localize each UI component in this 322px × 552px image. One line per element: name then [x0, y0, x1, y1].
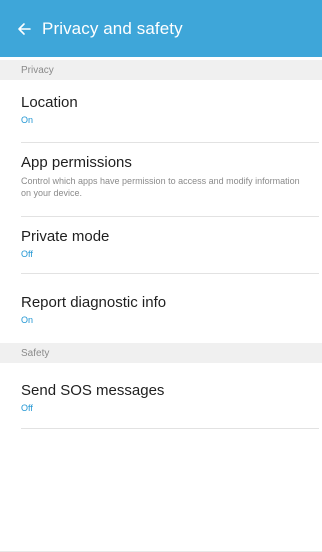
- setting-status: On: [21, 315, 34, 325]
- privacy-and-safety-screen: Privacy and safety Privacy Location On A…: [0, 0, 322, 552]
- setting-app-permissions[interactable]: App permissions Control which apps have …: [21, 154, 319, 217]
- back-button[interactable]: [6, 0, 42, 57]
- setting-report-diagnostic-info[interactable]: Report diagnostic info On: [21, 294, 319, 339]
- setting-description: Control which apps have permission to ac…: [21, 176, 300, 198]
- setting-title: App permissions: [21, 154, 132, 171]
- setting-title: Report diagnostic info: [21, 294, 167, 311]
- setting-title: Location: [21, 94, 78, 111]
- section-header-privacy: Privacy: [0, 60, 322, 80]
- setting-location[interactable]: Location On: [21, 94, 319, 143]
- section-header-label: Privacy: [21, 64, 54, 76]
- setting-status: On: [21, 115, 34, 125]
- setting-status: Off: [21, 403, 33, 413]
- section-header-label: Safety: [21, 347, 50, 359]
- arrow-left-icon: [17, 22, 31, 36]
- setting-title: Private mode: [21, 228, 110, 245]
- setting-private-mode[interactable]: Private mode Off: [21, 228, 319, 274]
- app-bar: Privacy and safety: [0, 0, 322, 57]
- setting-status: Off: [21, 249, 33, 259]
- setting-title: Send SOS messages: [21, 382, 165, 399]
- section-header-safety: Safety: [0, 343, 322, 363]
- page-title: Privacy and safety: [42, 18, 183, 38]
- setting-send-sos-messages[interactable]: Send SOS messages Off: [21, 382, 319, 429]
